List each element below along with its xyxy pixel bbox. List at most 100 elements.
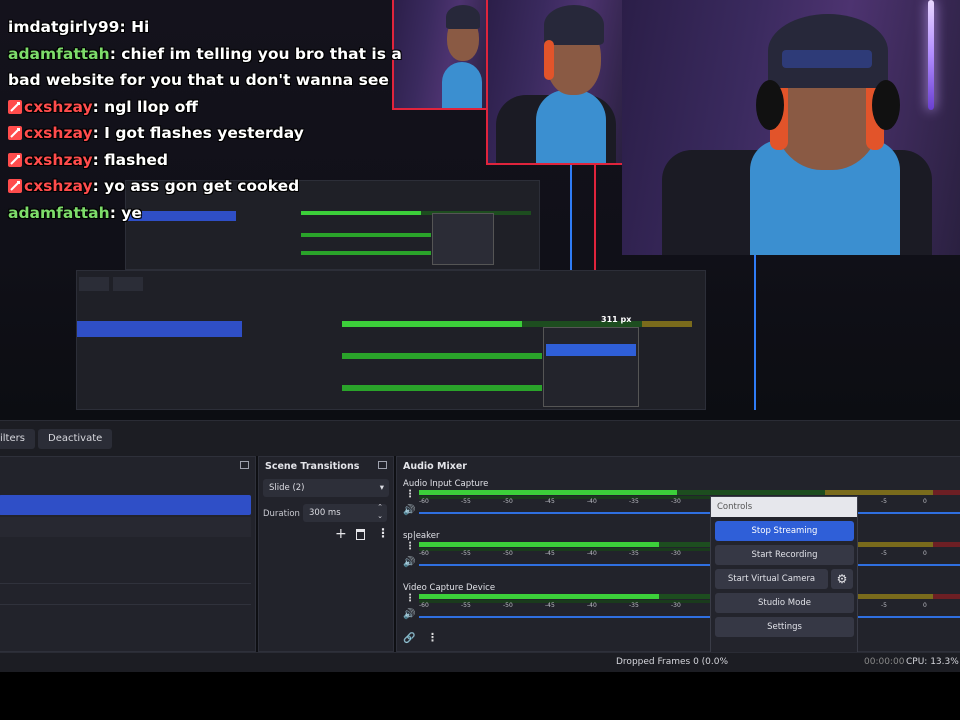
mixer-channel: sp|eaker⋮🔊-60-55-50-45-40-35-30-25-20-15… — [397, 531, 960, 581]
settings-button[interactable]: Settings — [715, 617, 854, 637]
stop-streaming-button[interactable]: Stop Streaming — [715, 521, 854, 541]
sources-dock-title — [0, 457, 255, 475]
cpu-usage: CPU: 13.3% — [906, 657, 959, 667]
popout-icon[interactable] — [240, 461, 249, 469]
trash-icon[interactable] — [356, 529, 365, 540]
tick-label: 0 — [923, 550, 927, 557]
chat-message: cxshzay: yo ass gon get cooked — [8, 173, 428, 200]
chat-username[interactable]: cxshzay — [24, 151, 93, 169]
tick-label: -55 — [461, 498, 471, 505]
meter-ticks: -60-55-50-45-40-35-30-25-20-15-10-50 — [419, 498, 959, 506]
transition-select[interactable]: Slide (2) ▾ — [263, 479, 389, 497]
mixer-channel: Audio Input Capture ⋮ 🔊 -60 -55 -50 -45 -40 -35-… — [397, 479, 960, 529]
source-item[interactable] — [0, 583, 251, 605]
chat-message: cxshzay: I got flashes yesterday — [8, 120, 428, 147]
nested-obs-capture-2: 311 px — [76, 270, 706, 410]
audio-mixer-dock: Audio Mixer Audio Input Capture ⋮ 🔊 -60 -55-… — [396, 456, 960, 652]
tick-label: -40 — [587, 498, 597, 505]
tick-label: -5 — [881, 602, 887, 609]
moderator-badge-icon — [8, 175, 22, 193]
channel-name: sp|eaker — [403, 531, 440, 541]
channel-menu-icon[interactable]: ⋮ — [405, 489, 415, 500]
duration-spinbox[interactable]: 300 ms ⌃ ⌄ — [303, 503, 387, 522]
mixer-menu-icon[interactable]: ⋮ — [427, 631, 438, 644]
deactivate-button[interactable]: Deactivate — [38, 429, 113, 449]
stream-time: 00:00:00 — [864, 657, 905, 667]
scene-transitions-dock: Scene Transitions Slide (2) ▾ Duration 3… — [258, 456, 394, 652]
chat-text: yo ass gon get cooked — [104, 177, 300, 195]
spin-arrows-icon[interactable]: ⌃ ⌄ — [377, 503, 383, 521]
controls-title: Controls — [711, 497, 857, 517]
volume-slider[interactable] — [419, 616, 960, 618]
bounding-line — [570, 165, 572, 270]
chat-message: cxshzay: ngl llop off — [8, 94, 428, 121]
channel-name: Audio Input Capture — [403, 479, 489, 489]
bounding-line — [754, 255, 756, 410]
popout-icon[interactable] — [378, 461, 387, 469]
chat-username[interactable]: cxshzay — [24, 124, 93, 142]
tick-label: -50 — [503, 498, 513, 505]
tick-label: -35 — [629, 498, 639, 505]
add-icon[interactable]: + — [335, 526, 347, 542]
filters-button[interactable]: ilters — [0, 429, 35, 449]
tick-label: -60 — [419, 602, 429, 609]
chat-text: I got flashes yesterday — [104, 124, 304, 142]
moderator-badge-icon — [8, 96, 22, 114]
tick-label: -45 — [545, 550, 555, 557]
chat-text: ngl llop off — [104, 97, 198, 116]
tick-label: -60 — [419, 498, 429, 505]
volume-icon[interactable]: 🔊 — [403, 557, 415, 568]
duration-label: Duration — [263, 509, 300, 519]
chat-message: adamfattah: ye — [8, 203, 142, 222]
tick-label: -60 — [419, 550, 429, 557]
status-bar: Dropped Frames 0 (0.0% 00:00:00 CPU: 13.… — [0, 652, 960, 672]
source-item-selected[interactable] — [0, 495, 251, 515]
start-virtual-camera-button[interactable]: Start Virtual Camera — [715, 569, 828, 589]
link-icon[interactable]: 🔗 — [403, 633, 415, 644]
tick-label: -55 — [461, 550, 471, 557]
chat-message: adamfattah: chief im telling you bro tha… — [8, 44, 402, 63]
chat-message: imdatgirly99: Hi — [8, 18, 150, 36]
level-meter — [419, 542, 659, 547]
chat-username[interactable]: cxshzay — [24, 177, 93, 195]
webcam-feed-large — [622, 0, 960, 255]
letterbox-bar — [0, 672, 960, 720]
chat-username[interactable]: adamfattah — [8, 45, 110, 63]
tick-label: -50 — [503, 550, 513, 557]
tick-label: -30 — [671, 550, 681, 557]
obs-window: 311 px imdatgirly99: Hi adamfattah: chief… — [0, 0, 960, 672]
tick-label: 0 — [923, 498, 927, 505]
chat-message: bad website for you that u don't wanna s… — [8, 67, 428, 94]
volume-slider[interactable] — [419, 512, 960, 514]
gear-icon[interactable]: ⚙ — [831, 569, 853, 589]
chat-text: Hi — [131, 18, 150, 36]
meter-ticks: -60-55-50-45-40-35-30-25-20-15-10-50 — [419, 602, 959, 610]
channel-menu-icon[interactable]: ⋮ — [405, 541, 415, 552]
studio-mode-button[interactable]: Studio Mode — [715, 593, 854, 613]
chat-username[interactable]: adamfattah — [8, 204, 110, 222]
more-options-icon[interactable]: ⋮ — [377, 526, 389, 540]
tick-label: -45 — [545, 602, 555, 609]
tick-label: -30 — [671, 498, 681, 505]
moderator-badge-icon — [8, 149, 22, 167]
controls-dock: Controls Stop Streaming Start Recording St… — [710, 496, 858, 672]
source-item[interactable] — [0, 517, 251, 537]
chat-username[interactable]: imdatgirly99 — [8, 18, 119, 36]
start-recording-button[interactable]: Start Recording — [715, 545, 854, 565]
channel-menu-icon[interactable]: ⋮ — [405, 593, 415, 604]
level-meter — [419, 490, 677, 495]
chat-text: ye — [121, 203, 142, 222]
volume-slider[interactable] — [419, 564, 960, 566]
bounding-line — [486, 163, 622, 165]
scene-transitions-title: Scene Transitions — [259, 457, 393, 475]
tick-label: -5 — [881, 550, 887, 557]
level-meter — [419, 594, 659, 599]
chat-text: flashed — [104, 150, 168, 169]
volume-icon[interactable]: 🔊 — [403, 505, 415, 516]
tick-label: -55 — [461, 602, 471, 609]
tick-label: -35 — [629, 602, 639, 609]
volume-icon[interactable]: 🔊 — [403, 609, 415, 620]
chat-text: chief im telling you bro that is a — [121, 44, 402, 63]
bounding-line — [486, 0, 488, 165]
chat-username[interactable]: cxshzay — [24, 98, 93, 116]
